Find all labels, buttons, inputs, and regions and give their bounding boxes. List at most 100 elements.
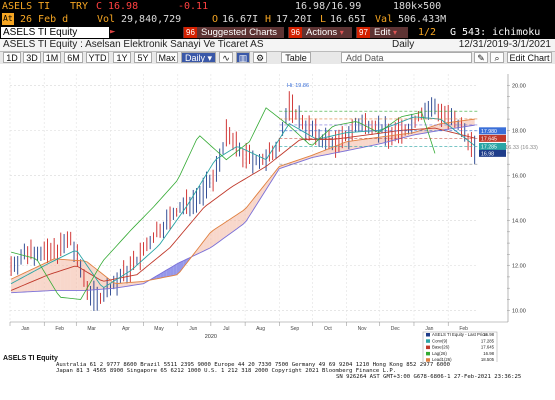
price-tag-label: 17.285 [481, 144, 497, 150]
footer-line-3: SN 926264 AST GMT+3:00 G678-6806-1 27-Fe… [336, 374, 522, 381]
cloud-segment [80, 260, 84, 291]
x-month-label: Apr [122, 326, 130, 332]
low-label: L [320, 14, 327, 25]
legend-value: 16.98 [483, 332, 494, 337]
add-data-field[interactable]: Add Data [341, 52, 472, 63]
cloud-segment [60, 259, 65, 291]
cloud-segment [219, 223, 224, 242]
stats-line: At 26 Feb d Vol 29,840,729 O 16.67I H 17… [0, 13, 555, 26]
traded-value: 506.433M [398, 14, 447, 25]
edit-label: Edit [374, 27, 391, 38]
suggested-charts-number: 96 [184, 27, 197, 38]
page-indicator: 1/2 [418, 27, 437, 38]
cloud-segment [358, 139, 363, 149]
cloud-segment [441, 123, 445, 131]
frequency-select[interactable]: Daily ▾ [181, 52, 216, 63]
cloud-segment [372, 137, 376, 146]
legend-name: Conv(9) [432, 338, 448, 343]
suggested-charts-label: Suggested Charts [201, 27, 278, 38]
cloud-segment [461, 120, 465, 128]
x-month-label: Mar [87, 326, 96, 332]
legend-name: Lag(26) [432, 351, 447, 356]
x-month-label: May [154, 326, 164, 332]
table-button[interactable]: Table [281, 52, 311, 63]
bid-ask: 16.98/16.99 [295, 1, 362, 12]
x-month-label: Dec [391, 326, 400, 332]
edit-chart-button[interactable]: Edit Chart [507, 52, 552, 63]
range-5y-button[interactable]: 5Y [134, 52, 152, 63]
x-month-label: Jan [21, 326, 29, 332]
range-max-button[interactable]: Max [156, 52, 178, 63]
pencil-icon[interactable]: ✎ [474, 52, 488, 63]
y-tick-label: 10.00 [512, 309, 526, 315]
y-tick-label: 16.00 [512, 173, 526, 179]
function-name: G 543: ichimoku [450, 27, 541, 38]
legend-name: ASELS TI Equity - Last Price [432, 332, 487, 337]
date-range: 12/31/2019-3/1/2021 [458, 39, 551, 50]
y-tick-label: 12.00 [512, 264, 526, 270]
x-month-label: Jul [223, 326, 229, 332]
volume-label: Vol [97, 14, 116, 25]
settings-icon[interactable]: ⚙ [253, 52, 267, 63]
legend-value: 16.98 [483, 351, 494, 356]
cloud-segment [54, 258, 58, 291]
edit-dropdown-icon: ▾ [393, 28, 398, 37]
cloud-segment [368, 138, 373, 147]
cloud-segment [458, 120, 462, 128]
terminal-screen: ASELS TI TRY C 16.98 -0.11 16.98/16.99 1… [0, 0, 555, 400]
cloud-segment [74, 260, 78, 291]
edit-number: 97 [357, 27, 370, 38]
bid-ask-size: 180k×500 [393, 1, 442, 12]
y-tick-label: 14.00 [512, 219, 526, 225]
range-1m-button[interactable]: 1M [43, 52, 61, 63]
legend-swatch [426, 333, 430, 337]
actions-number: 96 [289, 27, 302, 38]
cloud-segment [216, 226, 220, 244]
high-label: H [265, 14, 272, 25]
x-month-label: Nov [358, 326, 367, 332]
range-3d-button[interactable]: 3D [23, 52, 41, 63]
cloud-segment [355, 139, 359, 149]
x-month-label: Sep [290, 326, 299, 332]
cloud-segment [24, 271, 28, 292]
range-1d-button[interactable]: 1D [3, 52, 21, 63]
ichimoku-chart[interactable]: 20.00 18.00 16.00 14.00 12.00 10.00 Jan Feb Mar A… [0, 64, 555, 400]
price-change: -0.11 [178, 1, 209, 12]
security-field[interactable]: ASELS TI Equity [1, 27, 109, 38]
zoom-icon[interactable]: ⌕ [490, 52, 504, 63]
change-flag: C [96, 1, 103, 12]
edit-button[interactable]: 97 Edit ▾ [356, 27, 408, 38]
volume-value: 29,840,729 [121, 14, 182, 25]
cloud-segment [77, 260, 81, 291]
x-month-label: Jun [189, 326, 197, 332]
legend-swatch [426, 339, 430, 343]
cloud-segment [213, 228, 217, 246]
legend-value: 17.285 [481, 338, 495, 343]
high-value: 17.20I [276, 14, 313, 25]
period-label: Daily [392, 39, 415, 50]
footer-copyright: Australia 61 2 9777 8600 Brazil 5511 239… [0, 362, 555, 400]
cloud-segment [345, 141, 349, 151]
chart-panel: ASELS TI Equity : Aselsan Elektronik San… [0, 39, 555, 400]
actions-button[interactable]: 96 Actions ▾ [288, 27, 352, 38]
chart-legend-title: ASELS TI Equity [3, 355, 58, 362]
x-month-label: Oct [324, 326, 332, 332]
security-arrow-icon[interactable]: ► [110, 26, 115, 39]
suggested-charts-button[interactable]: 96 Suggested Charts [183, 27, 284, 38]
legend-name: Base(26) [432, 345, 450, 350]
date-flag: At [2, 13, 14, 25]
quote-date: 26 Feb d [20, 14, 69, 25]
bar-type-icon[interactable]: ▥ [236, 52, 250, 63]
cloud-segment [57, 259, 61, 291]
y-tick-label: 20.00 [512, 83, 526, 89]
range-1y-button[interactable]: 1Y [113, 52, 131, 63]
quote-line: ASELS TI TRY C 16.98 -0.11 16.98/16.99 1… [0, 0, 555, 13]
open-value: 16.67I [222, 14, 259, 25]
range-ytd-button[interactable]: YTD [86, 52, 109, 63]
x-month-label: Feb [55, 326, 64, 332]
range-6m-button[interactable]: 6M [64, 52, 83, 63]
actions-dropdown-icon: ▾ [339, 28, 344, 37]
cloud-segment [17, 274, 22, 293]
chart-type-icon[interactable]: ∿ [219, 52, 233, 63]
value-label: Val [375, 14, 394, 25]
